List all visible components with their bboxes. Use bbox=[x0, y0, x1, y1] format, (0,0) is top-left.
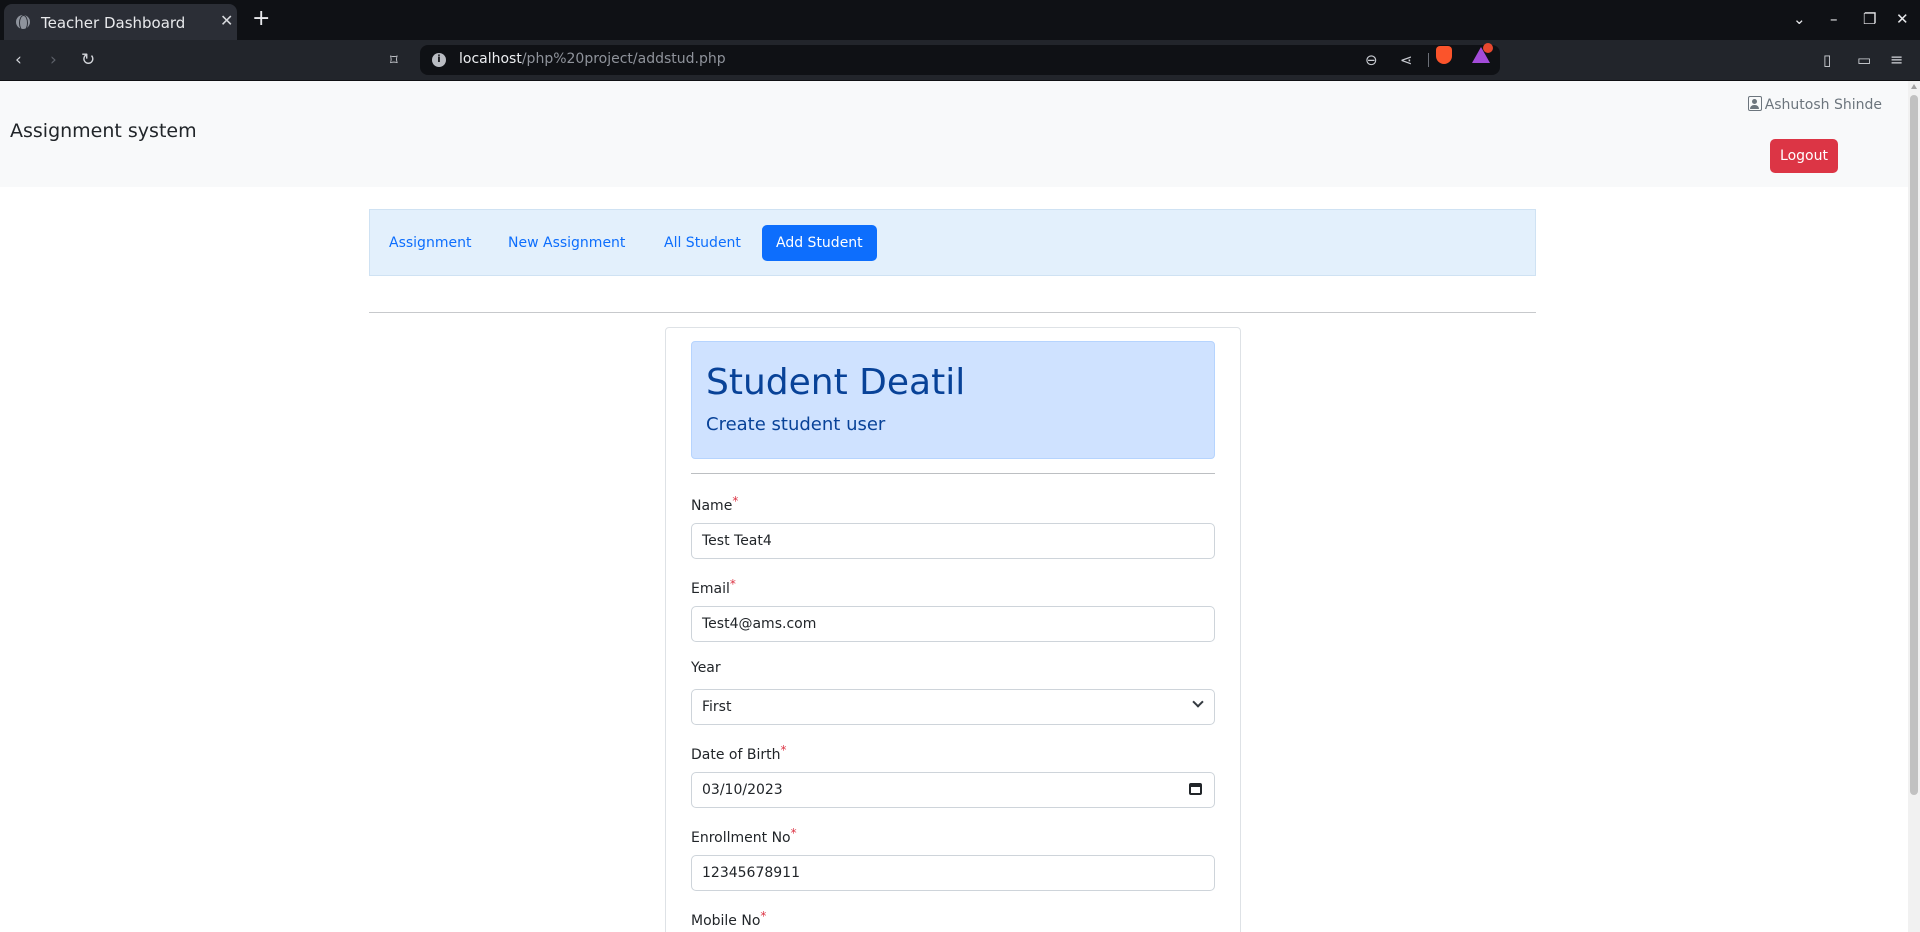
required-mark: * bbox=[732, 494, 739, 508]
close-window-icon[interactable]: ✕ bbox=[1896, 10, 1909, 28]
reload-icon[interactable]: ↻ bbox=[81, 50, 95, 70]
address-bar[interactable]: i localhost/php%20project/addstud.php ⊖ … bbox=[420, 45, 1500, 75]
brave-shields-icon[interactable] bbox=[1436, 46, 1452, 64]
toolbar-separator bbox=[1428, 53, 1429, 67]
nav-pills: Assignment New Assignment All Student Ad… bbox=[369, 209, 1536, 276]
name-label: Name* bbox=[691, 494, 738, 514]
year-label: Year bbox=[691, 660, 721, 676]
scrollbar-thumb[interactable] bbox=[1910, 95, 1918, 795]
scroll-up-icon[interactable] bbox=[1911, 84, 1917, 89]
name-field-value: Test Teat4 bbox=[702, 533, 772, 549]
page-scrollbar[interactable] bbox=[1908, 81, 1920, 932]
url-text[interactable]: localhost/php%20project/addstud.php bbox=[459, 51, 726, 67]
year-select-value: First bbox=[702, 699, 732, 715]
enrollment-field[interactable]: 12345678911 bbox=[691, 855, 1215, 891]
dob-field[interactable]: 03/10/2023 bbox=[691, 772, 1215, 808]
globe-icon bbox=[16, 15, 30, 31]
enrollment-label-text: Enrollment No bbox=[691, 830, 791, 846]
email-label-text: Email bbox=[691, 581, 730, 597]
required-mark: * bbox=[790, 826, 797, 840]
brand-title[interactable]: Assignment system bbox=[10, 120, 197, 142]
menu-icon[interactable]: ≡ bbox=[1890, 50, 1903, 70]
info-icon[interactable]: i bbox=[432, 53, 446, 67]
tab-list-chevron-icon[interactable]: ⌄ bbox=[1793, 10, 1806, 28]
calendar-icon[interactable] bbox=[1189, 783, 1202, 795]
person-icon bbox=[1747, 96, 1762, 111]
required-mark: * bbox=[760, 909, 767, 923]
chevron-down-icon bbox=[1192, 696, 1204, 708]
divider bbox=[369, 312, 1536, 313]
bookmark-icon[interactable]: ⌑ bbox=[390, 50, 398, 70]
tab-all-student[interactable]: All Student bbox=[650, 225, 755, 261]
restore-icon[interactable]: ❐ bbox=[1863, 10, 1876, 28]
rewards-badge bbox=[1483, 43, 1493, 53]
enrollment-label: Enrollment No* bbox=[691, 826, 797, 846]
year-select[interactable]: First bbox=[691, 689, 1215, 725]
browser-toolbar: ‹ › ↻ ⌑ i localhost/php%20project/addstu… bbox=[0, 40, 1920, 81]
mobile-label-text: Mobile No bbox=[691, 913, 761, 929]
required-mark: * bbox=[780, 743, 787, 757]
browser-tab-strip: Teacher Dashboard ✕ + ⌄ – ❐ ✕ bbox=[0, 0, 1920, 40]
email-field[interactable]: Test4@ams.com bbox=[691, 606, 1215, 642]
student-form-card: Student Deatil Create student user Name*… bbox=[665, 327, 1241, 932]
form-header: Student Deatil Create student user bbox=[691, 341, 1215, 459]
email-label: Email* bbox=[691, 577, 736, 597]
logout-button[interactable]: Logout bbox=[1770, 139, 1838, 173]
tab-add-student[interactable]: Add Student bbox=[762, 225, 877, 261]
dob-label: Date of Birth* bbox=[691, 743, 786, 763]
dob-field-value: 03/10/2023 bbox=[702, 782, 783, 798]
required-mark: * bbox=[729, 577, 736, 591]
new-tab-icon[interactable]: + bbox=[252, 8, 270, 30]
back-icon[interactable]: ‹ bbox=[15, 50, 22, 70]
share-icon[interactable]: ⋖ bbox=[1400, 51, 1413, 69]
zoom-out-icon[interactable]: ⊖ bbox=[1365, 51, 1378, 69]
url-host: localhost bbox=[459, 51, 522, 67]
browser-tab[interactable]: Teacher Dashboard ✕ bbox=[4, 4, 237, 40]
tab-title: Teacher Dashboard bbox=[41, 14, 186, 32]
form-subtitle: Create student user bbox=[706, 414, 886, 435]
enrollment-field-value: 12345678911 bbox=[702, 865, 800, 881]
app-header: Assignment system Ashutosh Shinde Logout bbox=[0, 81, 1908, 187]
mobile-label: Mobile No* bbox=[691, 909, 766, 929]
close-tab-icon[interactable]: ✕ bbox=[220, 13, 233, 29]
user-name: Ashutosh Shinde bbox=[1764, 97, 1882, 113]
form-title: Student Deatil bbox=[706, 362, 966, 403]
email-field-value: Test4@ams.com bbox=[702, 616, 817, 632]
forward-icon: › bbox=[50, 50, 57, 70]
sidebar-icon[interactable]: ▯ bbox=[1823, 50, 1831, 70]
minimize-icon[interactable]: – bbox=[1830, 10, 1838, 28]
tab-new-assignment[interactable]: New Assignment bbox=[494, 225, 639, 261]
name-field[interactable]: Test Teat4 bbox=[691, 523, 1215, 559]
page-viewport: Assignment system Ashutosh Shinde Logout… bbox=[0, 81, 1908, 932]
user-info: Ashutosh Shinde bbox=[1747, 96, 1882, 113]
tab-assignment[interactable]: Assignment bbox=[375, 225, 485, 261]
url-path: /php%20project/addstud.php bbox=[521, 51, 726, 67]
dob-label-text: Date of Birth bbox=[691, 747, 781, 763]
name-label-text: Name bbox=[691, 498, 733, 514]
wallet-icon[interactable]: ▭ bbox=[1857, 50, 1871, 70]
form-divider bbox=[691, 473, 1215, 474]
